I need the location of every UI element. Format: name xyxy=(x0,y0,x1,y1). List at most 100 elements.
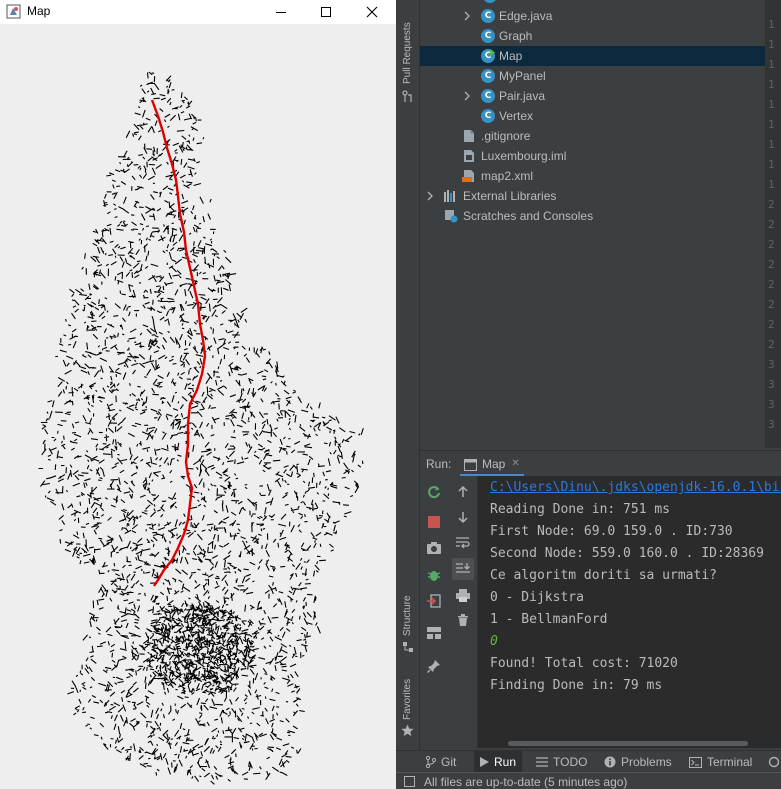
console-horizontal-scrollbar[interactable] xyxy=(478,738,781,748)
structure-tab[interactable]: Structure xyxy=(398,586,418,656)
run-tab-map[interactable]: Map ✕ xyxy=(460,453,524,477)
pull-request-icon xyxy=(402,90,412,102)
tree-item-mypanel[interactable]: C MyPanel xyxy=(420,66,765,86)
scroll-up-button[interactable] xyxy=(453,482,473,502)
problems-tab[interactable]: Problems xyxy=(604,751,672,773)
soft-wrap-icon xyxy=(456,537,470,549)
tree-label: Graph xyxy=(499,29,533,43)
console-line: Second Node: 559.0 160.0 . ID:28369 xyxy=(490,546,764,561)
class-icon: C xyxy=(481,9,495,23)
arrow-down-icon xyxy=(458,512,468,523)
print-button[interactable] xyxy=(453,585,473,605)
structure-icon xyxy=(403,642,413,652)
tree-item-vertex[interactable]: C Vertex xyxy=(420,106,765,126)
tree-label: Vertex xyxy=(499,109,534,123)
run-badge-icon xyxy=(490,49,495,56)
stop-button[interactable] xyxy=(424,512,444,532)
editor-line-gutter: 1 1 1 1 1 1 1 1 1 2 2 2 2 2 2 2 2 3 3 3 3 xyxy=(765,0,781,448)
console-command-line[interactable]: C:\Users\Dinu\.jdks\openjdk-16.0.1\bin xyxy=(490,480,781,495)
tree-item-scratches[interactable]: Scratches and Consoles xyxy=(420,206,765,226)
line-number: 3 xyxy=(768,398,775,411)
road-network xyxy=(38,71,364,785)
line-number: 2 xyxy=(768,218,775,231)
arrow-up-icon xyxy=(458,486,468,497)
pull-requests-label: Pull Requests xyxy=(402,22,413,84)
map-titlebar[interactable]: Map xyxy=(0,0,396,24)
line-number: 3 xyxy=(768,358,775,371)
line-number: 1 xyxy=(768,18,775,31)
line-number: 2 xyxy=(768,318,775,331)
scrollbar-thumb[interactable] xyxy=(508,741,748,746)
console-output[interactable]: C:\Users\Dinu\.jdks\openjdk-16.0.1\bin R… xyxy=(478,476,781,738)
services-icon xyxy=(768,756,780,768)
line-number: 2 xyxy=(768,338,775,351)
maximize-button[interactable] xyxy=(303,0,349,24)
line-number: 2 xyxy=(768,278,775,291)
terminal-tab-label: Terminal xyxy=(707,755,753,769)
close-tab-icon[interactable]: ✕ xyxy=(511,458,519,469)
console-line: 1 - BellmanFord xyxy=(490,612,608,627)
scroll-to-end-icon xyxy=(456,563,470,573)
soft-wrap-button[interactable] xyxy=(453,533,473,553)
map-window: Map xyxy=(0,0,396,789)
run-toolbar-secondary xyxy=(448,476,478,748)
layout-icon xyxy=(427,627,441,639)
chevron-right-icon xyxy=(427,191,433,201)
rerun-button[interactable] xyxy=(424,482,444,502)
todo-tab[interactable]: TODO xyxy=(536,751,587,773)
favorites-tab[interactable]: Favorites xyxy=(398,672,418,742)
left-tool-stripe: Pull Requests Structure Favorites xyxy=(396,0,420,772)
clear-all-button[interactable] xyxy=(453,610,473,630)
exit-button[interactable] xyxy=(424,591,444,611)
layout-button[interactable] xyxy=(424,623,444,643)
terminal-tab[interactable]: Terminal xyxy=(689,751,752,773)
pin-icon xyxy=(427,660,440,673)
run-tool-tab[interactable]: Run xyxy=(474,751,523,773)
tree-label: External Libraries xyxy=(463,189,557,203)
todo-tab-label: TODO xyxy=(553,755,588,769)
scroll-to-end-button[interactable] xyxy=(452,558,474,580)
scroll-down-button[interactable] xyxy=(453,507,473,527)
tree-item-map[interactable]: C Map xyxy=(420,46,765,66)
run-icon xyxy=(480,757,489,767)
class-icon: C xyxy=(481,109,495,123)
tree-label: Luxembourg.iml xyxy=(481,149,567,163)
tree-item-external-libraries[interactable]: External Libraries xyxy=(420,186,765,206)
line-number: 3 xyxy=(768,418,775,431)
more-tools-tab[interactable] xyxy=(768,751,781,773)
ide-window: Pull Requests Structure Favorites C C Ed… xyxy=(396,0,781,789)
dump-threads-button[interactable] xyxy=(424,538,444,558)
pull-requests-tab[interactable]: Pull Requests xyxy=(398,6,418,106)
tree-item-graph[interactable]: C Graph xyxy=(420,26,765,46)
scratches-icon xyxy=(445,210,458,223)
tree-item-iml[interactable]: Luxembourg.iml xyxy=(420,146,765,166)
close-button[interactable] xyxy=(349,0,395,24)
tree-item-xml[interactable]: map2.xml xyxy=(420,166,765,186)
line-number: 3 xyxy=(768,378,775,391)
class-icon: C xyxy=(481,69,495,83)
line-number: 2 xyxy=(768,298,775,311)
tree-item-gitignore[interactable]: .gitignore xyxy=(420,126,765,146)
console-icon xyxy=(464,459,477,471)
print-icon xyxy=(456,588,470,602)
console-line: 0 - Dijkstra xyxy=(490,590,584,605)
line-number: 1 xyxy=(768,58,775,71)
line-number: 1 xyxy=(768,118,775,131)
console-line: Found! Total cost: 71020 xyxy=(490,656,678,671)
run-toolbar-primary xyxy=(420,476,448,748)
chevron-right-icon xyxy=(464,11,470,21)
road-network-map xyxy=(38,71,364,785)
map-canvas[interactable] xyxy=(0,24,396,789)
line-number: 1 xyxy=(768,178,775,191)
pin-button[interactable] xyxy=(424,656,444,676)
tool-windows-icon[interactable] xyxy=(404,776,415,787)
project-tree[interactable]: C C Edge.java C Graph C Map C MyPanel C … xyxy=(420,0,765,448)
tree-item-edge[interactable]: C Edge.java xyxy=(420,6,765,26)
line-number: 2 xyxy=(768,258,775,271)
git-tab[interactable]: Git xyxy=(426,751,456,773)
tree-item-pair[interactable]: C Pair.java xyxy=(420,86,765,106)
debug-button[interactable] xyxy=(424,565,444,585)
run-tab-label: Run xyxy=(494,755,517,769)
minimize-button[interactable] xyxy=(258,0,304,24)
tree-label: map2.xml xyxy=(481,169,534,183)
